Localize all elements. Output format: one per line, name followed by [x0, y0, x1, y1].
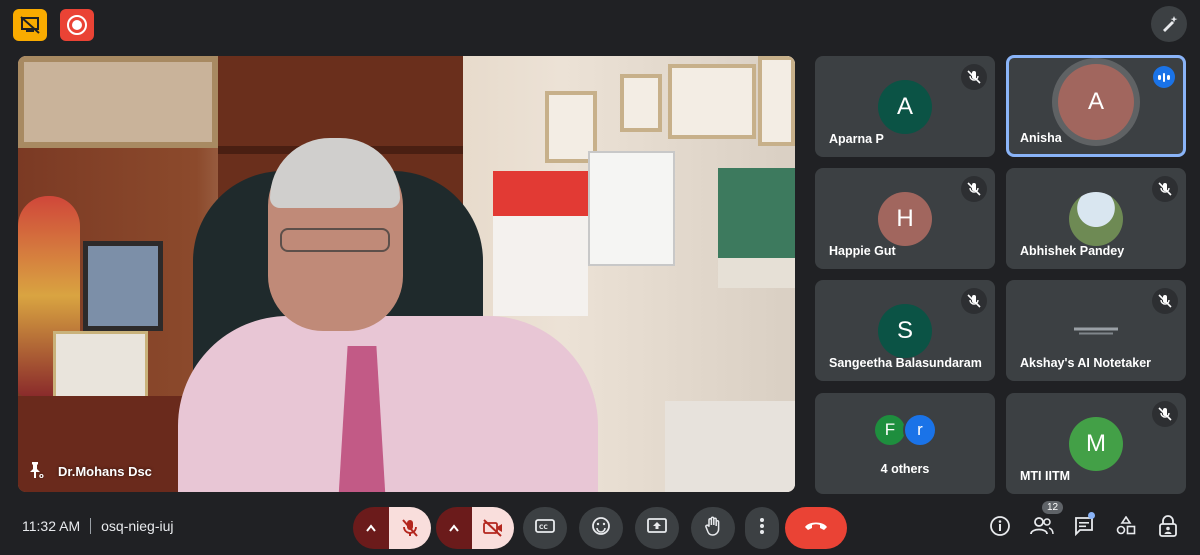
wall-certificate	[620, 74, 662, 132]
camera-options-chevron-icon[interactable]	[436, 507, 472, 549]
present-button[interactable]	[635, 507, 679, 549]
participant-name: Abhishek Pandey	[1020, 244, 1125, 258]
avatar: A	[878, 79, 932, 134]
mic-off-icon	[1152, 288, 1178, 314]
notetaker-logo	[1066, 327, 1126, 334]
end-call-icon	[803, 519, 829, 537]
wall-calendar	[718, 168, 795, 288]
participant-tile[interactable]: M MTI IITM	[1006, 393, 1186, 494]
participant-tile[interactable]: A Aparna P	[815, 56, 995, 157]
avatar: F	[873, 413, 907, 447]
wall-photo	[758, 56, 795, 146]
others-avatars: F r	[815, 413, 995, 447]
avatar: S	[878, 303, 932, 358]
camera-off-button[interactable]	[472, 507, 514, 549]
captions-icon: CC	[535, 518, 555, 539]
chat-icon	[1074, 516, 1094, 541]
avatar: r	[903, 413, 937, 447]
mic-control	[353, 507, 431, 549]
pin-icon[interactable]: o	[28, 461, 44, 482]
participant-name: Sangeetha Balasundaram	[829, 356, 982, 370]
desk-photo-frame	[83, 241, 163, 331]
people-count-badge: 12	[1042, 501, 1064, 514]
main-speaker-name: Dr.Mohans Dsc	[58, 464, 152, 479]
wall-frame	[18, 56, 218, 148]
wall-calendar	[493, 171, 588, 316]
activities-button[interactable]	[1112, 514, 1140, 542]
people-icon	[1030, 516, 1054, 541]
participant-tile[interactable]: Akshay's AI Notetaker	[1006, 280, 1186, 381]
emoji-icon	[591, 516, 611, 541]
meeting-code: osq-nieg-iuj	[101, 518, 174, 534]
people-button[interactable]	[1028, 514, 1056, 542]
mic-off-icon	[961, 176, 987, 202]
captions-button[interactable]: CC	[523, 507, 567, 549]
avatar-photo	[1069, 191, 1123, 246]
mic-off-icon	[1152, 401, 1178, 427]
present-off-icon[interactable]	[13, 9, 47, 41]
recording-icon[interactable]	[60, 9, 94, 41]
raise-hand-button[interactable]	[691, 507, 735, 549]
participant-name: Akshay's AI Notetaker	[1020, 356, 1152, 370]
speaker-shirt	[178, 316, 598, 492]
mic-options-chevron-icon[interactable]	[353, 507, 389, 549]
avatar: M	[1069, 416, 1123, 471]
participant-name: MTI IITM	[1020, 469, 1070, 483]
chat-notification-dot	[1088, 512, 1095, 519]
others-label: 4 others	[880, 462, 930, 476]
clock-time: 11:32 AM	[22, 518, 81, 534]
mic-off-icon	[961, 288, 987, 314]
main-speaker-video[interactable]: o Dr.Mohans Dsc	[18, 56, 795, 492]
desk-photo	[53, 331, 148, 401]
participant-tile[interactable]: Abhishek Pandey	[1006, 168, 1186, 269]
camera-control	[436, 507, 514, 549]
mic-off-icon	[1152, 176, 1178, 202]
info-icon	[989, 515, 1011, 542]
mic-off-button[interactable]	[389, 507, 431, 549]
more-options-button[interactable]	[745, 507, 779, 549]
participant-tile[interactable]: H Happie Gut	[815, 168, 995, 269]
participant-name: Anisha	[1020, 131, 1062, 145]
meeting-details: 11:32 AM osq-nieg-iuj	[22, 518, 174, 534]
end-call-button[interactable]	[785, 507, 847, 549]
main-speaker-label: o Dr.Mohans Dsc	[28, 461, 152, 482]
avatar: A	[1058, 64, 1134, 140]
participant-name: Happie Gut	[829, 244, 896, 258]
more-vert-icon	[759, 517, 765, 540]
mic-off-icon	[961, 64, 987, 90]
speaker-glasses	[280, 228, 390, 252]
svg-text:o: o	[39, 472, 44, 479]
reactions-button[interactable]	[579, 507, 623, 549]
pen-sparkle-icon[interactable]	[1151, 6, 1187, 42]
meeting-info-button[interactable]	[986, 514, 1014, 542]
wall-photo	[668, 64, 756, 139]
host-controls-button[interactable]	[1154, 514, 1182, 542]
participant-tile[interactable]: S Sangeetha Balasundaram	[815, 280, 995, 381]
participant-tile-active[interactable]: A Anisha	[1006, 55, 1186, 157]
participant-name: Aparna P	[829, 132, 884, 146]
present-screen-icon	[647, 517, 667, 540]
hand-icon	[704, 516, 722, 541]
desk-papers	[665, 401, 795, 492]
lock-person-icon	[1158, 514, 1178, 542]
activities-icon	[1116, 515, 1136, 541]
svg-text:CC: CC	[539, 524, 548, 531]
avatar: H	[878, 191, 932, 246]
others-tile[interactable]: F r 4 others	[815, 393, 995, 494]
chat-button[interactable]	[1070, 514, 1098, 542]
divider	[90, 518, 92, 534]
wall-cabinet	[588, 151, 675, 266]
speaking-indicator-icon	[1153, 66, 1175, 88]
